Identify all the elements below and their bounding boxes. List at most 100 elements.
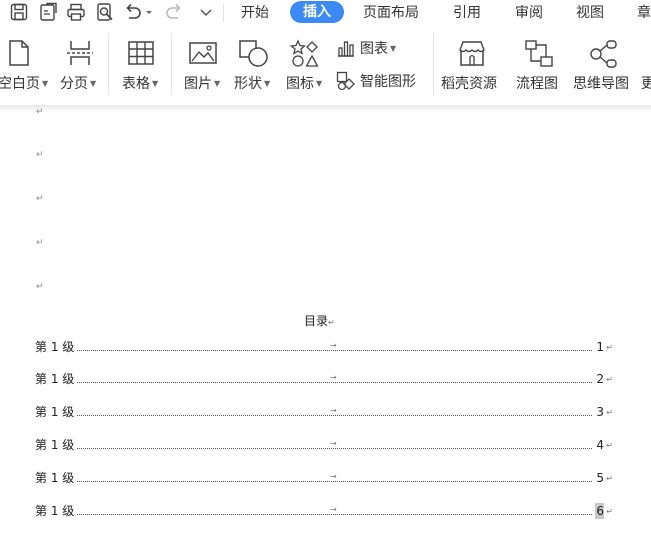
- toc-entry[interactable]: 第 1 级 → 6 ↵: [35, 503, 613, 519]
- tab-mark: →: [330, 439, 337, 448]
- ribbon-divider: [171, 33, 172, 95]
- paragraph-mark: ↵: [606, 474, 613, 483]
- page-break-button[interactable]: 分页 ▼: [58, 27, 104, 105]
- icon-label: 图标: [286, 76, 314, 92]
- resources-label: 稻壳资源: [441, 76, 497, 92]
- toc-title: 目录↵: [304, 314, 335, 330]
- toc-entry-page: 3: [595, 404, 604, 420]
- tab-references[interactable]: 引用: [453, 4, 481, 22]
- smart-art-button[interactable]: 智能图形: [336, 71, 428, 93]
- menu-divider: [223, 4, 224, 22]
- ribbon-insert: 空白页 ▼ 分页 ▼ 表格 ▼ 图片 ▼ 形状 ▼ 图标 ▼ 图表 ▼ 智能图形 稻壳资源 流…: [0, 27, 651, 105]
- flowchart-icon: [525, 40, 553, 67]
- icon-library-icon: [290, 39, 319, 67]
- toc-entry-page: 4: [595, 437, 604, 453]
- paragraph-mark: ↵: [36, 150, 44, 160]
- flowchart-button[interactable]: 流程图: [512, 27, 564, 105]
- toc-entry[interactable]: 第 1 级 → 4 ↵: [35, 437, 613, 453]
- shape-label: 形状: [234, 76, 262, 92]
- ribbon-divider: [108, 33, 109, 95]
- toc-entry-label: 第 1 级: [35, 371, 77, 387]
- tab-mark: →: [330, 406, 337, 415]
- paragraph-mark: ↵: [36, 282, 44, 292]
- tab-insert[interactable]: 插入: [290, 1, 344, 23]
- paragraph-mark: ↵: [606, 441, 613, 450]
- chevron-down-icon: ▼: [42, 79, 49, 88]
- toc-entry-label: 第 1 级: [35, 339, 77, 355]
- smart-art-icon: [336, 71, 355, 91]
- toc-entry-label: 第 1 级: [35, 503, 77, 519]
- chart-button[interactable]: 图表 ▼: [336, 37, 406, 59]
- paragraph-mark: ↵: [606, 375, 613, 384]
- save-icon[interactable]: [9, 2, 29, 22]
- more-button[interactable]: 更: [641, 27, 651, 105]
- page-break-icon: [67, 41, 93, 65]
- table-label: 表格: [122, 76, 150, 92]
- paragraph-mark: ↵: [36, 107, 44, 117]
- toc-entry-page-selected: 6: [595, 503, 604, 519]
- chevron-down-icon: ▼: [152, 79, 159, 88]
- document-page[interactable]: ↵ ↵ ↵ ↵ ↵ 目录↵ 第 1 级 → 1 ↵ 第 1 级 → 2 ↵ 第 …: [0, 107, 651, 556]
- toc-entry[interactable]: 第 1 级 → 3 ↵: [35, 404, 613, 420]
- mindmap-icon: [590, 40, 617, 68]
- toc-entry-page: 5: [595, 470, 604, 486]
- paragraph-mark: ↵: [606, 408, 613, 417]
- paragraph-mark: ↵: [36, 238, 44, 248]
- tab-page-layout[interactable]: 页面布局: [363, 4, 419, 22]
- chart-icon: [338, 41, 354, 57]
- picture-button[interactable]: 图片 ▼: [180, 27, 226, 105]
- icon-button[interactable]: 图标 ▼: [282, 27, 330, 105]
- menu-bar: 开始 插入 页面布局 引用 审阅 视图 章: [0, 0, 651, 27]
- resources-button[interactable]: 稻壳资源: [440, 27, 506, 105]
- chevron-down-icon: ▼: [214, 79, 221, 88]
- paragraph-mark: ↵: [606, 343, 613, 352]
- toc-entry-label: 第 1 级: [35, 404, 77, 420]
- tab-mark: →: [330, 373, 337, 382]
- smart-art-label: 智能图形: [360, 74, 416, 90]
- tab-view[interactable]: 视图: [576, 4, 604, 22]
- shape-button[interactable]: 形状 ▼: [230, 27, 278, 105]
- print-preview-icon[interactable]: [95, 2, 115, 22]
- ribbon-divider: [433, 33, 434, 95]
- page-break-label: 分页: [60, 76, 88, 92]
- table-icon: [128, 41, 154, 65]
- undo-dropdown-icon[interactable]: [144, 2, 154, 22]
- more-label: 更: [641, 76, 651, 92]
- paragraph-mark: ↵: [606, 507, 613, 516]
- toc-entry[interactable]: 第 1 级 → 5 ↵: [35, 470, 613, 486]
- chevron-down-icon: ▼: [390, 44, 397, 53]
- ribbon-shadow: [0, 105, 651, 113]
- customize-toolbar-icon[interactable]: [196, 2, 216, 22]
- toc-entry[interactable]: 第 1 级 → 2 ↵: [35, 371, 613, 387]
- picture-icon: [189, 42, 217, 64]
- tab-mark: →: [330, 341, 337, 350]
- toc-entry-page: 2: [595, 371, 604, 387]
- chevron-down-icon: ▼: [264, 79, 271, 88]
- toc-entry-label: 第 1 级: [35, 437, 77, 453]
- blank-page-label: 空白页: [0, 76, 40, 92]
- tab-mark: →: [330, 472, 337, 481]
- tab-review[interactable]: 审阅: [515, 4, 543, 22]
- blank-page-button[interactable]: 空白页 ▼: [0, 27, 52, 105]
- print-icon[interactable]: [66, 2, 86, 22]
- undo-icon[interactable]: [123, 2, 143, 22]
- toc-entry-page: 1: [595, 339, 604, 355]
- shop-icon: [459, 41, 485, 66]
- blank-page-icon: [9, 40, 29, 66]
- shape-icon: [239, 40, 268, 67]
- toc-title-text: 目录: [304, 314, 329, 328]
- tab-mark: →: [330, 505, 337, 514]
- redo-icon[interactable]: [164, 2, 184, 22]
- chevron-down-icon: ▼: [316, 79, 323, 88]
- export-pdf-icon[interactable]: [38, 2, 58, 22]
- paragraph-mark: ↵: [36, 194, 44, 204]
- table-button[interactable]: 表格 ▼: [118, 27, 166, 105]
- chevron-down-icon: ▼: [90, 79, 97, 88]
- tab-home[interactable]: 开始: [241, 4, 269, 22]
- tab-chapter[interactable]: 章: [637, 4, 651, 22]
- toc-entry[interactable]: 第 1 级 → 1 ↵: [35, 339, 613, 355]
- mindmap-button[interactable]: 思维导图: [570, 27, 636, 105]
- chart-label: 图表: [360, 41, 388, 57]
- flowchart-label: 流程图: [516, 76, 558, 92]
- picture-label: 图片: [184, 76, 212, 92]
